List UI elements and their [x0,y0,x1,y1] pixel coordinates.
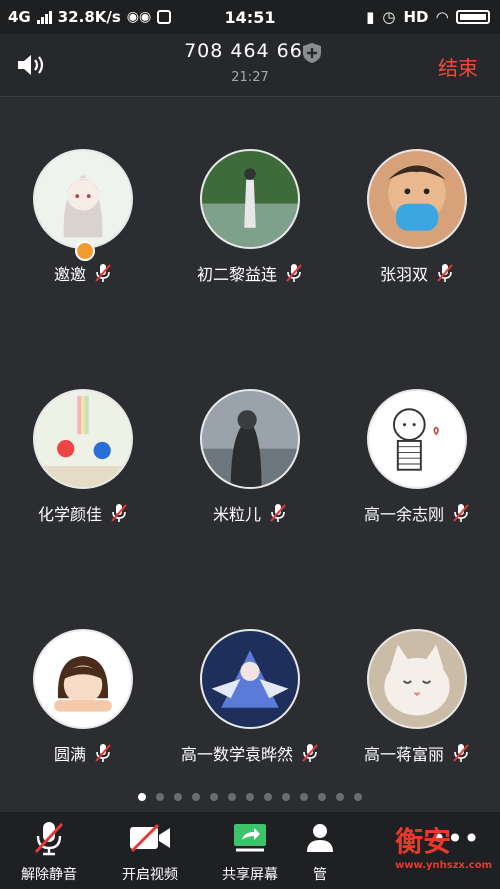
unmute-button[interactable]: 解除静音 [4,820,94,884]
participant-name: 高一余志刚 [363,505,444,524]
battery-icon [456,10,490,24]
participant-tile[interactable]: 高一数学袁晔然 [167,629,333,765]
alarm-icon: ◷ [382,8,396,26]
page-dot[interactable] [228,793,236,801]
page-dot[interactable] [336,793,344,801]
participant-name-row: 米粒儿 [167,501,333,525]
page-dot[interactable] [156,793,164,801]
start-video-label: 开启视频 [122,867,178,883]
participant-tile[interactable]: 圆满 [0,629,166,765]
participant-name: 化学颜佳 [37,505,102,524]
participant-name-row: 邀邀 [0,261,166,285]
participant-tile[interactable]: 初二黎益连 [167,149,333,285]
participant-name-row: 初二黎益连 [167,261,333,285]
host-badge-icon [75,241,95,261]
participant-name: 米粒儿 [212,505,261,524]
page-dot[interactable] [210,793,218,801]
participant-name: 初二黎益连 [196,265,277,284]
page-dot[interactable] [138,793,146,801]
participant-name-row: 高一数学袁晔然 [167,741,333,765]
participant-name-row: 圆满 [0,741,166,765]
hd-label: HD [403,8,429,26]
participant-tile[interactable]: 米粒儿 [167,389,333,525]
muted-mic-icon [286,264,302,282]
page-dot[interactable] [354,793,362,801]
participant-name-row: 高一蒋富丽 [334,741,500,765]
meeting-header: 708 464 664 21:27 结束 [0,34,500,97]
wifi-icon: ◠ [436,8,448,26]
participant-name: 高一蒋富丽 [363,745,444,764]
participant-avatar[interactable] [200,389,300,489]
mic-off-icon [34,822,64,856]
participant-avatar[interactable] [200,629,300,729]
share-screen-label: 共享屏幕 [222,867,278,883]
start-video-button[interactable]: 开启视频 [105,820,195,884]
participant-name-row: 高一余志刚 [334,501,500,525]
participant-tile[interactable]: 邀邀 [0,149,166,285]
muted-mic-icon [111,504,127,522]
muted-mic-icon [437,264,453,282]
muted-mic-icon [95,744,111,762]
muted-mic-icon [302,744,318,762]
participant-name: 高一数学袁晔然 [180,745,293,764]
participant-name: 圆满 [53,745,86,764]
status-bar: 4G 32.8K/s ◉◉ 14:51 ▮ ◷ HD ◠ [0,0,500,34]
shield-icon[interactable] [302,42,322,64]
muted-mic-icon [270,504,286,522]
participant-tile[interactable]: 高一余志刚 [334,389,500,525]
watermark-main: 衡安 [395,825,452,858]
page-dot[interactable] [246,793,254,801]
participants-icon [307,824,333,852]
page-dot[interactable] [264,793,272,801]
participant-name: 邀邀 [53,265,86,284]
page-dot[interactable] [300,793,308,801]
call-duration: 21:27 [231,70,269,85]
participant-tile[interactable]: 化学颜佳 [0,389,166,525]
page-dot[interactable] [318,793,326,801]
manage-participants-button[interactable]: 管 [290,820,350,884]
manage-label: 管 [313,867,327,883]
watermark-logo: 衡安 www.ynhszx.com [395,820,492,871]
participant-avatar[interactable] [33,149,133,249]
participant-avatar[interactable] [367,389,467,489]
participant-avatar[interactable] [367,149,467,249]
battery-saver-icon: ▮ [366,8,375,26]
participant-avatar[interactable] [33,389,133,489]
participant-name-row: 化学颜佳 [0,501,166,525]
end-meeting-button[interactable]: 结束 [438,52,478,81]
muted-mic-icon [95,264,111,282]
page-dot[interactable] [282,793,290,801]
participant-avatar[interactable] [367,629,467,729]
page-indicator[interactable] [0,793,500,801]
video-off-icon [130,823,170,853]
meeting-id[interactable]: 708 464 664 [0,40,500,62]
status-right: ▮ ◷ HD ◠ [366,8,490,26]
participant-avatar[interactable] [200,149,300,249]
participant-tile[interactable]: 高一蒋富丽 [334,629,500,765]
participant-name-row: 张羽双 [334,261,500,285]
page-dot[interactable] [192,793,200,801]
page-dot[interactable] [174,793,182,801]
participant-name: 张羽双 [379,265,428,284]
muted-mic-icon [453,744,469,762]
share-screen-button[interactable]: 共享屏幕 [205,820,295,884]
participant-tile[interactable]: 张羽双 [334,149,500,285]
share-screen-icon [234,824,266,852]
muted-mic-icon [453,504,469,522]
unmute-label: 解除静音 [21,867,77,883]
watermark-url: www.ynhszx.com [395,860,492,871]
participant-avatar[interactable] [33,629,133,729]
